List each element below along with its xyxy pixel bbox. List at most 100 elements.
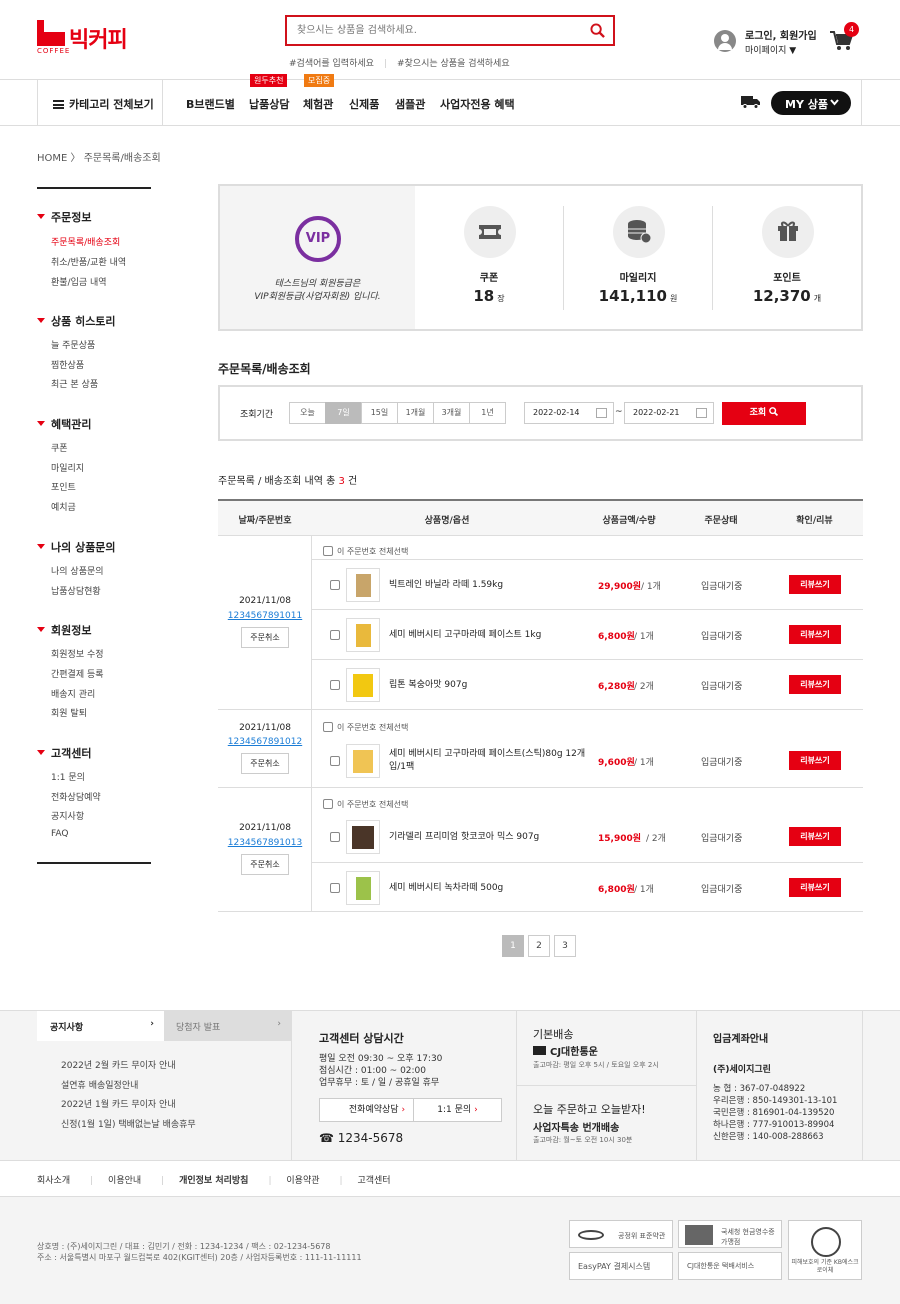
badge-ftc[interactable]: 공정위 표준약관 (569, 1220, 673, 1248)
qna-button[interactable]: 1:1 문의 › (413, 1098, 502, 1122)
sidebar-item-address[interactable]: 배송지 관리 (51, 687, 95, 700)
period-today[interactable]: 오늘 (289, 402, 326, 424)
my-products-button[interactable]: MY 상품 (771, 91, 851, 115)
item-checkbox[interactable] (330, 630, 340, 640)
sidebar-item-order-list[interactable]: 주문목록/배송조회 (51, 235, 120, 248)
category-all-button[interactable]: 카테고리 전체보기 (37, 80, 163, 125)
order-number-link[interactable]: 1234567891012 (218, 737, 312, 747)
notice-item[interactable]: 2022년 2월 카드 무이자 안내 (61, 1058, 176, 1071)
page-2[interactable]: 2 (528, 935, 550, 957)
badge-easypay[interactable]: EasyPAY 결제시스템 (569, 1252, 673, 1280)
link-privacy[interactable]: 개인정보 처리방침 (179, 1176, 248, 1186)
period-1m[interactable]: 1개월 (397, 402, 434, 424)
link-cs[interactable]: 고객센터 (357, 1176, 390, 1186)
product-thumbnail[interactable] (346, 568, 380, 602)
sidebar-item-consult-status[interactable]: 납품상담현황 (51, 584, 101, 597)
search-input[interactable] (287, 17, 577, 44)
period-1y[interactable]: 1년 (469, 402, 506, 424)
sidebar-item-deposit[interactable]: 예치금 (51, 500, 76, 513)
product-name[interactable]: 세미 베버시티 고구마라떼 페이스트 1kg (389, 629, 589, 642)
sidebar-item-edit-member[interactable]: 회원정보 수정 (51, 647, 104, 660)
write-review-button[interactable]: 리뷰쓰기 (789, 878, 841, 897)
sidebar-item-qna[interactable]: 1:1 문의 (51, 770, 85, 783)
item-checkbox[interactable] (330, 580, 340, 590)
nav-item-new[interactable]: 신제품 (349, 96, 379, 112)
product-thumbnail[interactable] (346, 820, 380, 854)
truck-icon[interactable] (741, 95, 761, 109)
sidebar-item-point[interactable]: 포인트 (51, 480, 76, 493)
sidebar-item-mileage[interactable]: 마일리지 (51, 461, 84, 474)
tab-winner[interactable]: 당첨자 발표 › (164, 1011, 291, 1041)
link-company[interactable]: 회사소개 (37, 1176, 70, 1186)
write-review-button[interactable]: 리뷰쓰기 (789, 751, 841, 770)
cancel-order-button[interactable]: 주문취소 (241, 753, 289, 774)
sidebar-item-coupon[interactable]: 쿠폰 (51, 441, 68, 454)
search-button[interactable]: 조회 (722, 402, 806, 425)
order-number-link[interactable]: 1234567891011 (218, 611, 312, 621)
sidebar-item-withdraw[interactable]: 회원 탈퇴 (51, 706, 87, 719)
logo[interactable]: 빅커피 COFFEE (37, 20, 137, 55)
sidebar-item-refund-list[interactable]: 환불/입금 내역 (51, 275, 107, 288)
notice-item[interactable]: 신정(1월 1일) 택배없는날 배송휴무 (61, 1117, 196, 1130)
date-to-input[interactable]: 2022-02-21 (624, 402, 714, 424)
sidebar-item-phone-reserve[interactable]: 전화상담예약 (51, 790, 101, 803)
write-review-button[interactable]: 리뷰쓰기 (789, 827, 841, 846)
nav-item-business[interactable]: 사업자전용 혜택 (440, 96, 515, 112)
product-name[interactable]: 기라델리 프리미엄 핫코코아 믹스 907g (389, 831, 589, 844)
order-number-link[interactable]: 1234567891013 (218, 838, 312, 848)
period-7d[interactable]: 7일 (325, 402, 362, 424)
select-all-checkbox[interactable]: 이 주문번호 전체선택 (323, 546, 408, 557)
product-name[interactable]: 립톤 복숭아맛 907g (389, 679, 589, 692)
select-all-checkbox[interactable]: 이 주문번호 전체선택 (323, 799, 408, 810)
sidebar-item-inquiry[interactable]: 나의 상품문의 (51, 564, 104, 577)
calendar-icon[interactable] (696, 408, 707, 418)
product-name[interactable]: 빅트레인 바닐라 라떼 1.59kg (389, 579, 589, 592)
page-1[interactable]: 1 (502, 935, 524, 957)
point-summary[interactable]: 포인트 12,370 개 (713, 186, 861, 329)
link-terms[interactable]: 이용약관 (286, 1176, 319, 1186)
select-all-checkbox[interactable]: 이 주문번호 전체선택 (323, 722, 408, 733)
notice-item[interactable]: 2022년 1월 카드 무이자 안내 (61, 1097, 176, 1110)
item-checkbox[interactable] (330, 883, 340, 893)
sidebar-item-frequent[interactable]: 늘 주문상품 (51, 338, 95, 351)
nav-item-brand[interactable]: B브랜드별 (186, 96, 235, 112)
login-link[interactable]: 로그인, 회원가입 (745, 27, 817, 42)
search-icon[interactable] (590, 23, 605, 38)
product-name[interactable]: 세미 베버시티 고구마라떼 페이스트(스틱)80g 12개입/1팩 (389, 748, 589, 774)
write-review-button[interactable]: 리뷰쓰기 (789, 675, 841, 694)
hashtag[interactable]: #찾으시는 상품을 검색하세요 (397, 59, 510, 69)
coupon-summary[interactable]: 쿠폰 18 장 (415, 186, 563, 329)
badge-nts[interactable]: 국세청 현금영수증 가맹점 (678, 1220, 782, 1248)
calendar-icon[interactable] (596, 408, 607, 418)
nav-item-sample[interactable]: 샘플관 (395, 96, 425, 112)
mypage-link[interactable]: 마이페이지 ▼ (745, 43, 796, 56)
sidebar-item-wishlist[interactable]: 찜한상품 (51, 358, 84, 371)
item-checkbox[interactable] (330, 680, 340, 690)
period-15d[interactable]: 15일 (361, 402, 398, 424)
sidebar-item-recent[interactable]: 최근 본 상품 (51, 377, 98, 390)
write-review-button[interactable]: 리뷰쓰기 (789, 575, 841, 594)
product-name[interactable]: 세미 베버시티 녹차라떼 500g (389, 882, 589, 895)
product-thumbnail[interactable] (346, 744, 380, 778)
hashtag[interactable]: #검색어를 입력하세요 (289, 59, 374, 69)
item-checkbox[interactable] (330, 756, 340, 766)
sidebar-item-easy-pay[interactable]: 간편결제 등록 (51, 667, 104, 680)
sidebar-item-faq[interactable]: FAQ (51, 829, 68, 839)
notice-item[interactable]: 설연휴 배송일정안내 (61, 1078, 138, 1091)
sidebar-item-notice[interactable]: 공지사항 (51, 809, 84, 822)
badge-escrow[interactable]: 피해보호의 기준 KB에스크로이체 (788, 1220, 862, 1280)
period-3m[interactable]: 3개월 (433, 402, 470, 424)
product-thumbnail[interactable] (346, 668, 380, 702)
product-thumbnail[interactable] (346, 618, 380, 652)
write-review-button[interactable]: 리뷰쓰기 (789, 625, 841, 644)
mileage-summary[interactable]: 마일리지 141,110 원 (564, 186, 712, 329)
badge-cj[interactable]: CJ대한통운 택배서비스 (678, 1252, 782, 1280)
cancel-order-button[interactable]: 주문취소 (241, 627, 289, 648)
link-guide[interactable]: 이용안내 (108, 1176, 141, 1186)
page-3[interactable]: 3 (554, 935, 576, 957)
date-from-input[interactable]: 2022-02-14 (524, 402, 614, 424)
sidebar-item-cancel-list[interactable]: 취소/반품/교환 내역 (51, 255, 126, 268)
cancel-order-button[interactable]: 주문취소 (241, 854, 289, 875)
product-thumbnail[interactable] (346, 871, 380, 905)
nav-item-consult[interactable]: 납품상담 (249, 96, 289, 112)
